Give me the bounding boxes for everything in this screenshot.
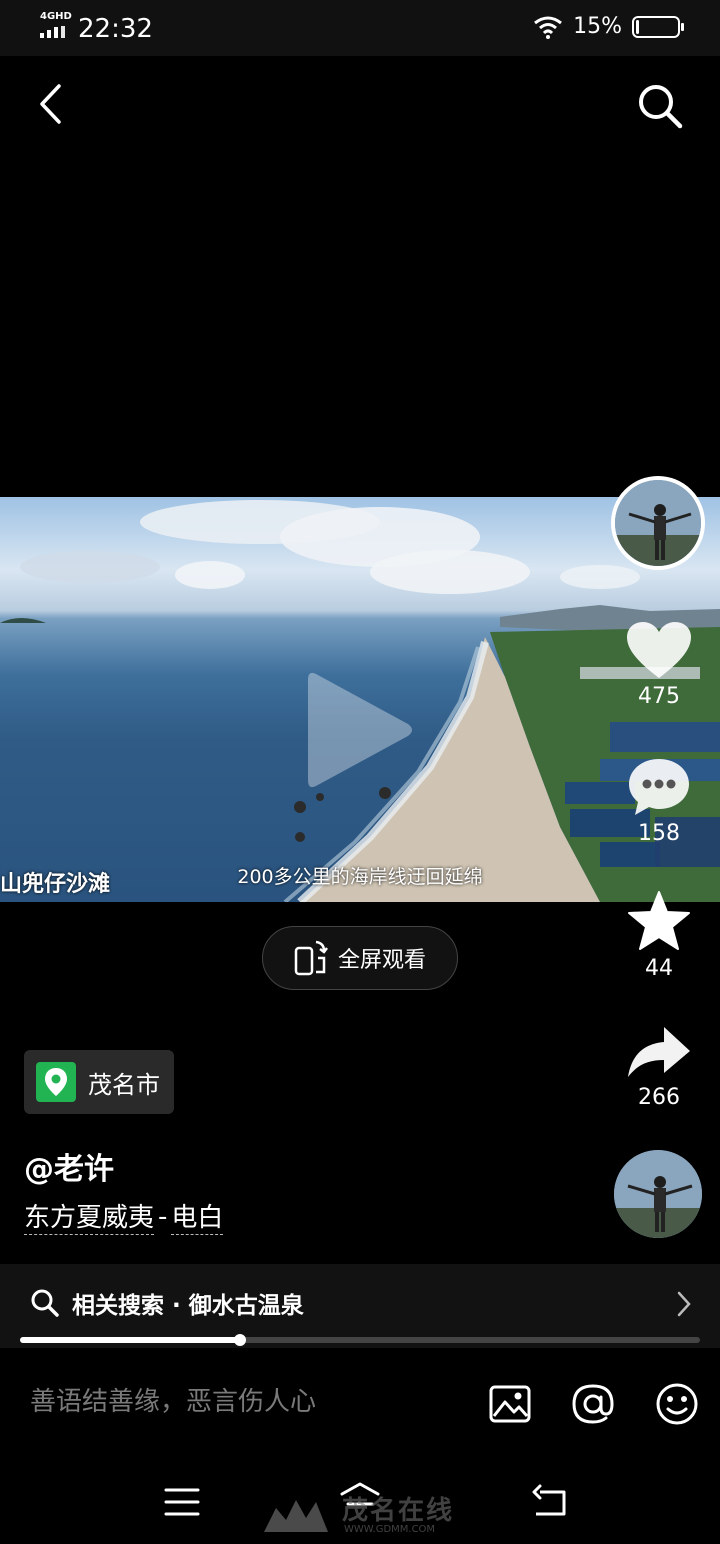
at-icon (572, 1384, 614, 1424)
video-progress-bar[interactable] (20, 1334, 700, 1346)
avatar-image (614, 1150, 702, 1238)
like-button[interactable]: 475 (610, 620, 708, 709)
battery-percent: 15% (573, 14, 622, 39)
network-type: 4GHD (40, 11, 72, 22)
author-name[interactable]: @老许 (24, 1144, 114, 1188)
menu-button[interactable] (160, 1482, 204, 1522)
nav-back-button[interactable] (528, 1482, 572, 1522)
share-count: 266 (638, 1085, 680, 1110)
author-avatar-top[interactable] (611, 476, 705, 570)
signal-icon (40, 26, 65, 38)
favorite-button[interactable]: 44 (610, 890, 708, 981)
play-icon (308, 672, 412, 788)
music-separator: - (158, 1202, 168, 1232)
watermark-logo-icon (264, 1500, 328, 1532)
heart-icon (627, 622, 691, 678)
mention-button[interactable] (571, 1382, 615, 1426)
chevron-right-icon (677, 1291, 691, 1317)
image-button[interactable] (488, 1382, 532, 1426)
search-icon (31, 1289, 59, 1317)
star-icon (628, 891, 690, 950)
music-title[interactable]: 电白 (171, 1202, 224, 1235)
favorite-count: 44 (645, 956, 673, 981)
battery-fill (636, 19, 639, 34)
music-artist[interactable]: 东方夏威夷 (24, 1202, 155, 1235)
fullscreen-button[interactable]: 全屏观看 (262, 926, 458, 990)
emoji-icon (656, 1383, 698, 1425)
image-icon (489, 1385, 531, 1423)
related-search-content: 相关搜索 · 御水古温泉 (30, 1286, 304, 1320)
comment-button[interactable]: 158 (610, 755, 708, 846)
search-icon (639, 85, 683, 129)
return-icon (532, 1484, 566, 1516)
status-bar: 4GHD 22:32 15% (0, 0, 720, 56)
share-button[interactable]: 266 (610, 1025, 708, 1110)
avatar-image (615, 480, 701, 566)
battery-icon (632, 15, 684, 38)
menu-icon (164, 1488, 200, 1516)
emoji-button[interactable] (655, 1382, 699, 1426)
related-search-bar[interactable]: 相关搜索 · 御水古温泉 (0, 1264, 720, 1348)
comment-input[interactable] (30, 1380, 450, 1424)
play-button[interactable] (306, 668, 416, 792)
like-count: 475 (638, 684, 680, 709)
watermark: 茂名在线 WWW.GDMM.COM (262, 1490, 472, 1540)
location-label: 茂名市 (88, 1070, 160, 1099)
status-right: 15% (533, 14, 684, 39)
search-button[interactable] (636, 82, 684, 130)
music-avatar[interactable] (614, 1150, 702, 1238)
music-info[interactable]: 东方夏威夷 - 电白 (24, 1202, 224, 1235)
location-tag[interactable]: 茂名市 (24, 1050, 174, 1114)
comment-icon (629, 759, 689, 815)
back-button[interactable] (30, 82, 74, 126)
comment-count: 158 (638, 821, 680, 846)
location-pin-icon (36, 1062, 76, 1102)
video-subtitle: 200多公里的海岸线迂回延绵 (237, 866, 483, 888)
clock: 22:32 (78, 14, 153, 44)
share-arrow-icon (628, 1027, 690, 1077)
fullscreen-label: 全屏观看 (337, 948, 426, 973)
chevron-left-icon (40, 84, 61, 124)
watermark-url: WWW.GDMM.COM (344, 1524, 436, 1535)
watermark-text: 茂名在线 (342, 1496, 455, 1526)
related-search-label: 相关搜索 · 御水古温泉 (72, 1293, 304, 1319)
progress-fill (20, 1337, 241, 1343)
wifi-icon (534, 16, 563, 39)
rotate-phone-icon (294, 940, 328, 976)
